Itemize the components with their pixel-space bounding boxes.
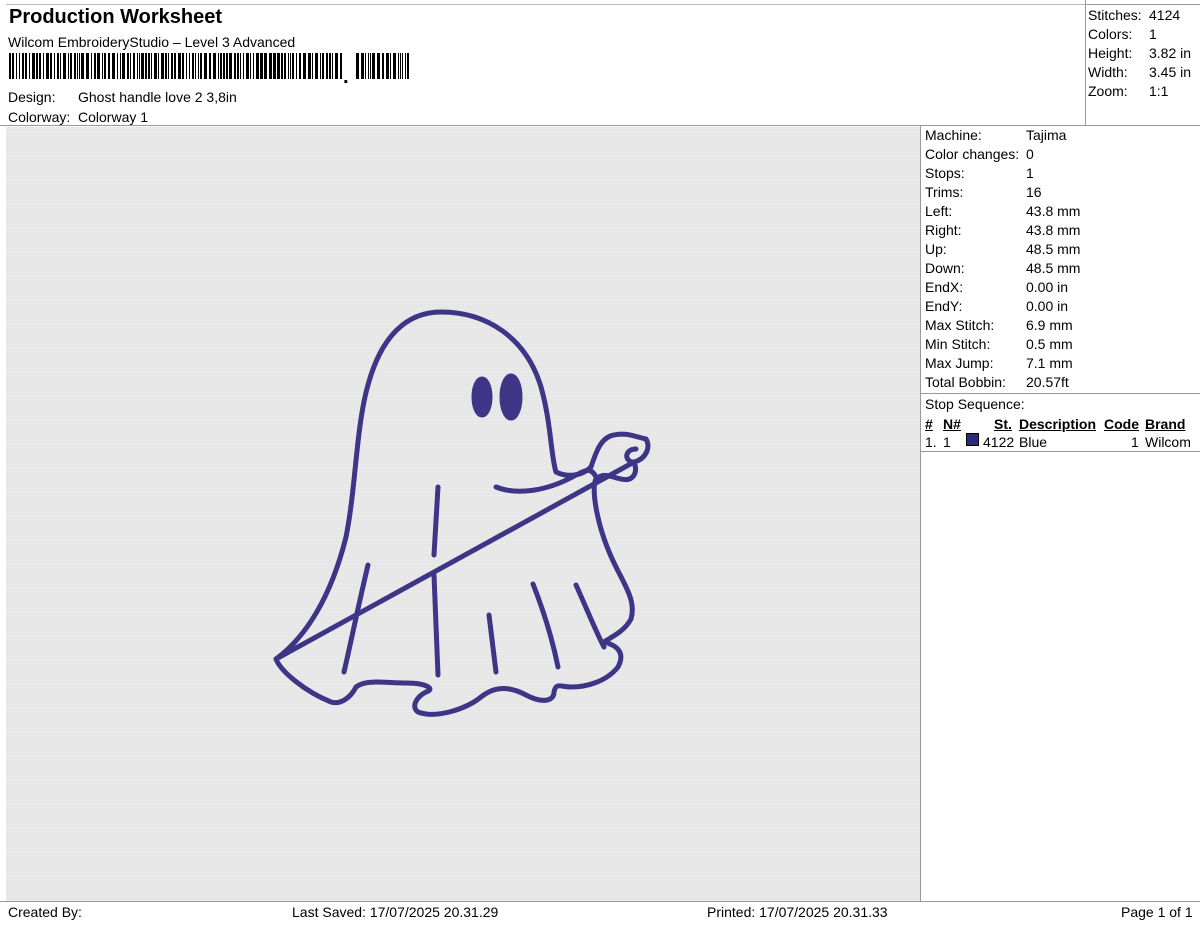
summary-divider xyxy=(1085,0,1086,126)
row-code: 1 xyxy=(1131,434,1139,450)
colorway-label: Colorway: xyxy=(8,109,71,125)
row-description: Blue xyxy=(1019,434,1048,450)
created-by: Created By: xyxy=(8,904,82,920)
info-value: Tajima xyxy=(1026,127,1067,143)
footer-divider xyxy=(0,901,1200,902)
svg-text:,: , xyxy=(343,66,349,83)
stop-sequence-title: Stop Sequence: xyxy=(925,396,1025,412)
info-divider xyxy=(920,393,1200,394)
info-value: 6.9 mm xyxy=(1026,317,1073,333)
stitches-label: Stitches: xyxy=(1088,7,1142,23)
drape-line-5 xyxy=(530,581,561,670)
row-stitches: 4122 xyxy=(983,434,1015,450)
col-code: Code xyxy=(1104,416,1139,432)
info-label: Color changes: xyxy=(925,146,1020,162)
last-saved: Last Saved: 17/07/2025 20.31.29 xyxy=(292,904,499,920)
design-label: Design: xyxy=(8,89,56,105)
info-label: Total Bobbin: xyxy=(925,374,1006,390)
col-num: # xyxy=(925,416,933,432)
info-label: Up: xyxy=(925,241,947,257)
height-value: 3.82 in xyxy=(1149,45,1192,61)
row-brand: Wilcom xyxy=(1145,434,1191,450)
info-value: 0.00 in xyxy=(1026,298,1069,314)
ghost-arm xyxy=(493,467,599,494)
info-value: 16 xyxy=(1026,184,1042,200)
info-value: 48.5 mm xyxy=(1026,241,1081,257)
ghost-right-eye xyxy=(499,373,523,421)
col-needle: N# xyxy=(943,416,961,432)
printed-date: Printed: 17/07/2025 20.31.33 xyxy=(707,904,888,920)
info-label: Left: xyxy=(925,203,953,219)
info-label: Machine: xyxy=(925,127,982,143)
drape-line-3 xyxy=(431,572,441,678)
drape-line-4 xyxy=(486,612,499,675)
col-brand: Brand xyxy=(1145,416,1186,432)
info-value: 43.8 mm xyxy=(1026,222,1081,238)
design-name: Ghost handle love 2 3,8in xyxy=(78,89,237,105)
ghost-outline xyxy=(273,309,651,717)
info-label: EndY: xyxy=(925,298,963,314)
barcode-icon: , xyxy=(9,53,409,83)
info-value: 43.8 mm xyxy=(1026,203,1081,219)
design-preview xyxy=(6,127,920,901)
colors-label: Colors: xyxy=(1088,26,1133,42)
info-label: Min Stitch: xyxy=(925,336,991,352)
info-label: Right: xyxy=(925,222,962,238)
info-label: Trims: xyxy=(925,184,964,200)
info-label: Down: xyxy=(925,260,965,276)
panel-divider xyxy=(920,126,921,902)
info-value: 0 xyxy=(1026,146,1034,162)
info-value: 0.5 mm xyxy=(1026,336,1073,352)
width-value: 3.45 in xyxy=(1149,64,1192,80)
top-border xyxy=(6,4,1085,5)
summary-top-border xyxy=(1085,4,1200,5)
info-value: 7.1 mm xyxy=(1026,355,1073,371)
zoom-label: Zoom: xyxy=(1088,83,1128,99)
row-needle: 1 xyxy=(943,434,951,450)
info-value: 48.5 mm xyxy=(1026,260,1081,276)
drape-line-1 xyxy=(431,484,441,558)
info-label: Max Jump: xyxy=(925,355,994,371)
info-value: 0.00 in xyxy=(1026,279,1069,295)
col-stitches: St. xyxy=(994,416,1012,432)
zoom-value: 1:1 xyxy=(1149,83,1169,99)
info-value: 20.57ft xyxy=(1026,374,1069,390)
ghost-left-eye xyxy=(471,376,493,418)
height-label: Height: xyxy=(1088,45,1133,61)
info-label: Max Stitch: xyxy=(925,317,995,333)
header-divider xyxy=(0,125,1200,126)
col-description: Description xyxy=(1019,416,1097,432)
info-label: Stops: xyxy=(925,165,965,181)
colors-value: 1 xyxy=(1149,26,1157,42)
ghost-embroidery xyxy=(273,309,651,717)
info-label: EndX: xyxy=(925,279,964,295)
color-swatch xyxy=(966,433,979,446)
page-title: Production Worksheet xyxy=(9,6,222,28)
drape-line-6 xyxy=(573,582,607,650)
colorway-value: Colorway 1 xyxy=(78,109,149,125)
sequence-divider xyxy=(920,451,1200,452)
info-value: 1 xyxy=(1026,165,1034,181)
page-number: Page 1 of 1 xyxy=(1121,904,1193,920)
stitches-value: 4124 xyxy=(1149,7,1181,23)
software-name: Wilcom EmbroideryStudio – Level 3 Advanc… xyxy=(8,34,296,50)
row-num: 1. xyxy=(925,434,937,450)
width-label: Width: xyxy=(1088,64,1128,80)
